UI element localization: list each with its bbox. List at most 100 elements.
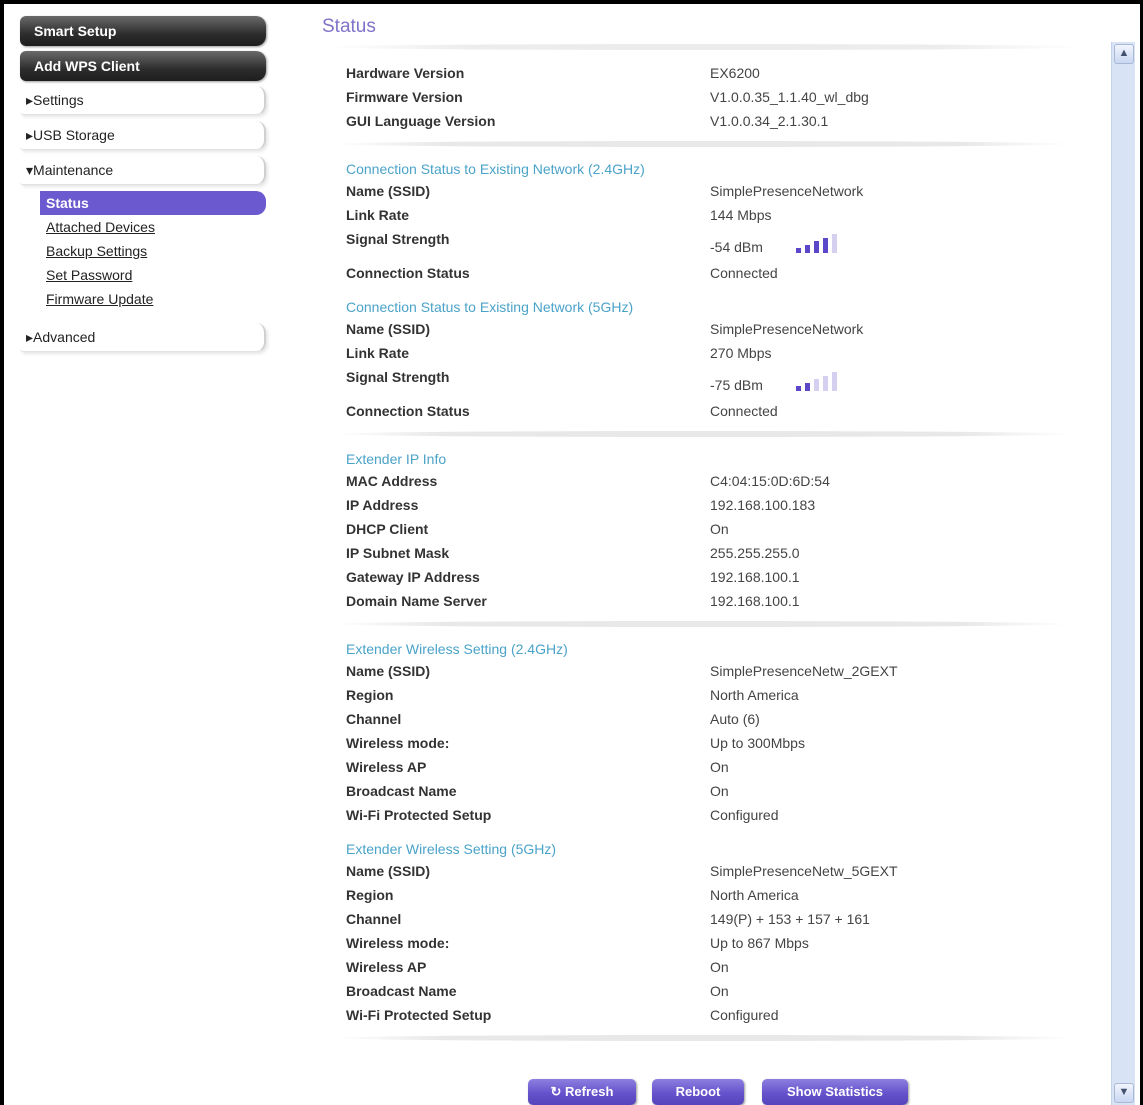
- signal-bar: [823, 375, 828, 391]
- info-row: Connection Status Connected: [346, 401, 1081, 425]
- smart-setup-button[interactable]: Smart Setup: [20, 16, 266, 46]
- info-value: Up to 300Mbps: [710, 735, 805, 751]
- signal-bar: [832, 372, 837, 391]
- info-label: Wi-Fi Protected Setup: [346, 1007, 492, 1023]
- signal-bar: [805, 244, 810, 253]
- info-label: Firmware Version: [346, 89, 463, 105]
- info-value: 270 Mbps: [710, 345, 772, 361]
- down-arrow-icon[interactable]: ▼: [1114, 1083, 1134, 1103]
- info-value: SimplePresenceNetwork: [710, 321, 864, 337]
- section-title-ip-info: Extender IP Info: [346, 451, 447, 467]
- info-value: 192.168.100.1: [710, 593, 800, 609]
- info-label: Channel: [346, 711, 402, 727]
- info-value: On: [710, 983, 729, 999]
- info-value: On: [710, 959, 729, 975]
- submenu-status[interactable]: Status: [40, 191, 266, 215]
- info-row: Region North America: [346, 885, 1081, 909]
- info-label: Region: [346, 887, 394, 903]
- sidebar: Smart Setup Add WPS Client ▸Settings ▸US…: [20, 16, 266, 358]
- section-title-wifi-24ghz: Extender Wireless Setting (2.4GHz): [346, 641, 568, 657]
- info-value: 192.168.100.183: [710, 497, 816, 513]
- info-row: Signal Strength -54 dBm: [346, 229, 1081, 263]
- status-content: Hardware Version EX6200 Firmware Version V…: [332, 63, 1081, 1051]
- info-row: Channel 149(P) + 153 + 157 + 161: [346, 909, 1081, 933]
- menu-usb-storage[interactable]: ▸USB Storage: [20, 121, 266, 150]
- signal-bar: [805, 382, 810, 391]
- menu-settings[interactable]: ▸Settings: [20, 86, 266, 115]
- info-row: GUI Language Version V1.0.0.34_2.1.30.1: [346, 111, 1081, 135]
- info-value: SimplePresenceNetw_2GEXT: [710, 663, 898, 679]
- menu-advanced[interactable]: ▸Advanced: [20, 323, 266, 352]
- info-value: V1.0.0.35_1.1.40_wl_dbg: [710, 89, 869, 105]
- signal-bar: [823, 237, 828, 253]
- info-row: Channel Auto (6): [346, 709, 1081, 733]
- info-value: EX6200: [710, 65, 760, 81]
- info-row: Domain Name Server 192.168.100.1: [346, 591, 1081, 615]
- info-label: Region: [346, 687, 394, 703]
- signal-strength-icon: [796, 372, 846, 391]
- info-value: On: [710, 783, 729, 799]
- menu-maintenance[interactable]: ▾Maintenance: [20, 156, 266, 185]
- section-title-conn-24ghz: Connection Status to Existing Network (2…: [346, 161, 645, 177]
- info-row: Firmware Version V1.0.0.35_1.1.40_wl_dbg: [346, 87, 1081, 111]
- vertical-scrollbar[interactable]: ▲ ▼: [1111, 42, 1135, 1105]
- info-row: DHCP Client On: [346, 519, 1081, 543]
- show-statistics-button[interactable]: Show Statistics: [762, 1079, 908, 1105]
- refresh-button[interactable]: ↻ Refresh: [528, 1079, 636, 1105]
- info-label: Name (SSID): [346, 183, 431, 199]
- info-value: On: [710, 521, 729, 537]
- info-label: IP Address: [346, 497, 419, 513]
- info-row: Signal Strength -75 dBm: [346, 367, 1081, 401]
- info-row: Wireless mode: Up to 300Mbps: [346, 733, 1081, 757]
- submenu-attached-devices[interactable]: Attached Devices: [20, 215, 266, 239]
- info-row: Name (SSID) SimplePresenceNetw_2GEXT: [346, 661, 1081, 685]
- info-row: Broadcast Name On: [346, 781, 1081, 805]
- info-label: Gateway IP Address: [346, 569, 480, 585]
- router-admin-window: Smart Setup Add WPS Client ▸Settings ▸US…: [4, 4, 1140, 1105]
- info-label: MAC Address: [346, 473, 438, 489]
- info-row: MAC Address C4:04:15:0D:6D:54: [346, 471, 1081, 495]
- section-title-conn-5ghz: Connection Status to Existing Network (5…: [346, 299, 634, 315]
- info-value: Auto (6): [710, 711, 760, 727]
- info-row: Name (SSID) SimplePresenceNetwork: [346, 319, 1081, 343]
- info-row: Link Rate 144 Mbps: [346, 205, 1081, 229]
- info-label: Domain Name Server: [346, 593, 487, 609]
- info-label: Channel: [346, 911, 402, 927]
- info-value: V1.0.0.34_2.1.30.1: [710, 113, 829, 129]
- info-label: Signal Strength: [346, 369, 450, 385]
- info-label: Link Rate: [346, 345, 410, 361]
- info-label: Wireless AP: [346, 959, 427, 975]
- info-row: Wi-Fi Protected Setup Configured: [346, 805, 1081, 829]
- info-label: DHCP Client: [346, 521, 429, 537]
- section-divider: [332, 621, 1072, 627]
- info-value: SimplePresenceNetw_5GEXT: [710, 863, 898, 879]
- info-value: SimplePresenceNetwork: [710, 183, 864, 199]
- up-arrow-icon[interactable]: ▲: [1114, 44, 1134, 64]
- signal-bar: [814, 379, 819, 391]
- title-divider: [322, 44, 1086, 50]
- info-label: Name (SSID): [346, 663, 431, 679]
- submenu-backup-settings[interactable]: Backup Settings: [20, 239, 266, 263]
- info-row: Wireless AP On: [346, 757, 1081, 781]
- info-value: 144 Mbps: [710, 207, 772, 223]
- info-label: Connection Status: [346, 403, 470, 419]
- info-value: Connected: [710, 403, 778, 419]
- info-label: Wi-Fi Protected Setup: [346, 807, 492, 823]
- section-divider: [332, 431, 1072, 437]
- signal-bar: [814, 241, 819, 253]
- info-row: IP Subnet Mask 255.255.255.0: [346, 543, 1081, 567]
- reboot-button[interactable]: Reboot: [652, 1079, 744, 1105]
- info-row: Wireless AP On: [346, 957, 1081, 981]
- submenu-firmware-update[interactable]: Firmware Update: [20, 287, 266, 311]
- submenu-set-password[interactable]: Set Password: [20, 263, 266, 287]
- info-row: Hardware Version EX6200: [346, 63, 1081, 87]
- info-row: Link Rate 270 Mbps: [346, 343, 1081, 367]
- info-label: Wireless mode:: [346, 935, 450, 951]
- add-wps-client-button[interactable]: Add WPS Client: [20, 51, 266, 81]
- info-row: Wi-Fi Protected Setup Configured: [346, 1005, 1081, 1029]
- signal-bar: [796, 248, 801, 253]
- info-value: Up to 867 Mbps: [710, 935, 809, 951]
- info-row: IP Address 192.168.100.183: [346, 495, 1081, 519]
- info-value: Configured: [710, 807, 779, 823]
- info-label: Signal Strength: [346, 231, 450, 247]
